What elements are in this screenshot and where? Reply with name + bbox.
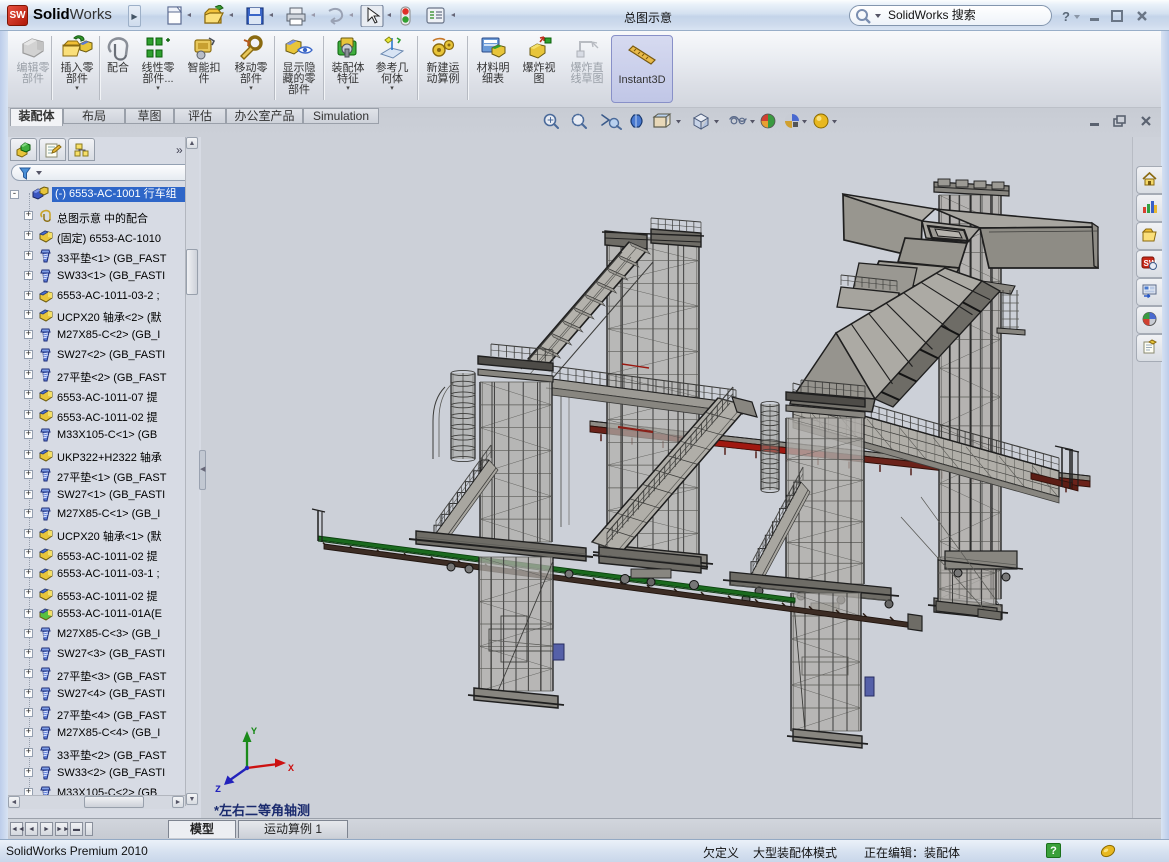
svg-text:?: ?: [1062, 9, 1070, 24]
svg-text:Z: Z: [215, 785, 221, 796]
svg-text:X: X: [288, 764, 294, 775]
svg-text:Y: Y: [251, 727, 257, 738]
svg-text:*左右二等角轴测: *左右二等角轴测: [214, 803, 310, 818]
